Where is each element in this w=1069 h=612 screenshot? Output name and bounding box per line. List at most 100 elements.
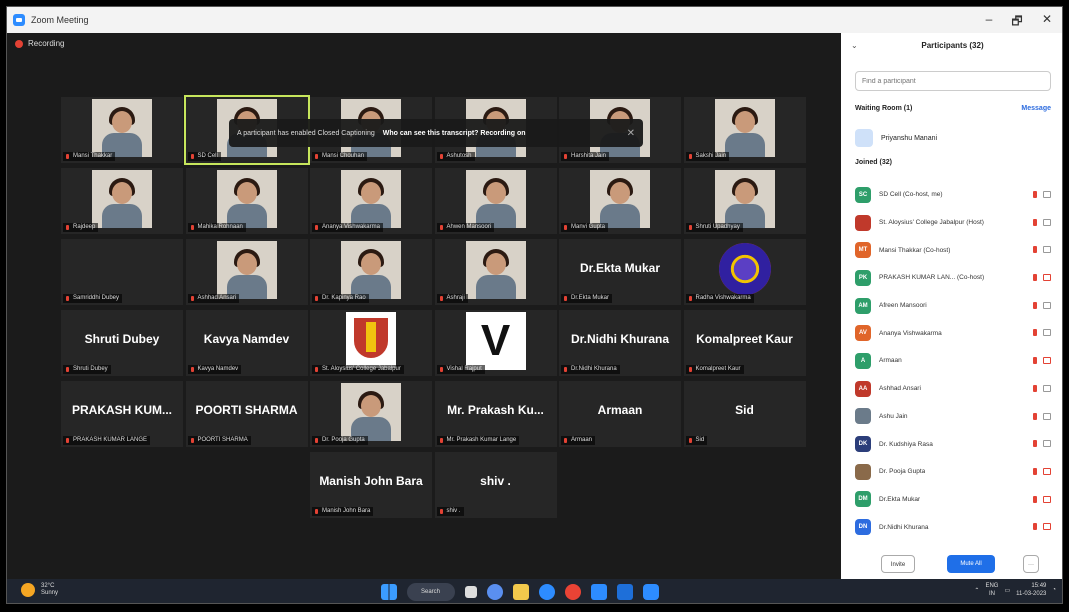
participant-name: St. Aloysius' College Jabalpur (Host): [879, 219, 984, 227]
file-explorer-icon[interactable]: [513, 584, 529, 600]
store-icon[interactable]: [591, 584, 607, 600]
participant-list-item[interactable]: MT Mansi Thakkar (Co-host): [855, 236, 1055, 264]
avatar: [855, 463, 871, 480]
participant-list-item[interactable]: Ashu Jain: [855, 403, 1055, 431]
waiting-room-label: Waiting Room (1): [855, 105, 913, 112]
participant-tile[interactable]: Komalpreet Kaur Komalpreet Kaur: [683, 310, 806, 376]
participant-tile[interactable]: Mr. Prakash Ku... Mr. Prakash Kumar Lange: [434, 381, 557, 447]
chat-icon[interactable]: [487, 584, 503, 600]
participant-search-input[interactable]: [855, 71, 1051, 91]
mail-icon[interactable]: [617, 584, 633, 600]
participant-list-item[interactable]: PK PRAKASH KUMAR LAN... (Co-host): [855, 264, 1055, 292]
participant-tile[interactable]: Shruti Dubey Shruti Dubey: [61, 310, 183, 376]
participant-tile[interactable]: Ashraji: [434, 239, 557, 305]
region: IN: [988, 591, 995, 597]
participant-list-item[interactable]: SC SD Cell (Co-host, me): [855, 181, 1055, 209]
close-button[interactable]: ✕: [1037, 12, 1057, 26]
participant-display-name: Mr. Prakash Ku...: [447, 403, 544, 417]
more-button[interactable]: ···: [1023, 555, 1039, 573]
participant-display-name: PRAKASH KUM...: [71, 403, 172, 417]
participant-video: [216, 241, 277, 299]
participant-list-item[interactable]: DK Dr. Kudshiya Rasa: [855, 430, 1055, 458]
participant-tile[interactable]: Mahika Rohnaan: [185, 168, 308, 234]
participant-name-label: Mansi Chouhan: [312, 152, 368, 161]
panel-footer: Invite Mute All ···: [841, 551, 1062, 579]
participant-tile[interactable]: Manvi Gupta: [559, 168, 681, 234]
participant-tile[interactable]: shiv . shiv .: [434, 452, 557, 518]
participant-tile[interactable]: Dr.Ekta Mukar Dr.Ekta Mukar: [559, 239, 681, 305]
edge-icon[interactable]: [539, 584, 555, 600]
mute-all-button[interactable]: Mute All: [947, 555, 995, 573]
participant-name: Dr. Pooja Gupta: [879, 468, 926, 476]
participant-display-name: Dr.Nidhi Khurana: [570, 332, 669, 346]
participant-name: Dr.Ekta Mukar: [879, 495, 921, 503]
joined-header[interactable]: Joined (32): [855, 159, 892, 166]
participant-name-label: Armaan: [561, 436, 596, 445]
participant-tile[interactable]: Samriddhi Dubey: [61, 239, 183, 305]
participant-tile[interactable]: Dr. Kapinya Rao: [310, 239, 432, 305]
recording-indicator[interactable]: Recording: [15, 39, 64, 48]
participant-list: SC SD Cell (Co-host, me) St. Aloysius' Col…: [855, 181, 1055, 541]
participant-tile[interactable]: Dr.Nidhi Khurana Dr.Nidhi Khurana: [559, 310, 681, 376]
participant-video: [465, 170, 526, 228]
participant-name-label: St. Aloysius' College Jabalpur: [312, 365, 404, 374]
taskbar-search[interactable]: Search: [407, 583, 455, 601]
start-icon[interactable]: [381, 584, 397, 600]
participant-display-name: Manish John Bara: [319, 474, 423, 488]
participant-tile[interactable]: V Vishal Rajput: [434, 310, 557, 376]
network-icon[interactable]: ▭: [1004, 587, 1010, 594]
clock[interactable]: 15:49 11-03-2023: [1016, 582, 1046, 598]
participant-tile[interactable]: PRAKASH KUM... PRAKASH KUMAR LANGE: [61, 381, 183, 447]
participant-tile[interactable]: Ananya Vishwakarma: [310, 168, 432, 234]
message-button[interactable]: Message: [1021, 105, 1051, 112]
invite-button[interactable]: Invite: [881, 555, 915, 573]
participant-name-label: shiv .: [436, 507, 464, 516]
notification-icon[interactable]: ◔: [1052, 587, 1056, 593]
participant-list-item[interactable]: AA Ashhad Ansari: [855, 375, 1055, 403]
chevron-up-icon[interactable]: ⌃: [974, 587, 979, 594]
restore-button[interactable]: 🗗: [1007, 12, 1027, 33]
camera-icon: [1043, 384, 1051, 392]
participant-tile[interactable]: Sid Sid: [683, 381, 806, 447]
weather-widget[interactable]: 32°C Sunny: [21, 583, 58, 597]
camera-icon: [1043, 246, 1051, 254]
avatar: [855, 214, 871, 231]
participant-tile[interactable]: POORTI SHARMA POORTI SHARMA: [185, 381, 308, 447]
participant-tile[interactable]: Armaan Armaan: [559, 381, 681, 447]
waiting-participant[interactable]: Priyanshu Manani: [855, 129, 937, 147]
participant-list-item[interactable]: St. Aloysius' College Jabalpur (Host): [855, 209, 1055, 237]
participant-list-item[interactable]: DM Dr.Ekta Mukar: [855, 486, 1055, 514]
participant-list-item[interactable]: AM Afreen Mansoori: [855, 292, 1055, 320]
participant-tile[interactable]: Radha Vishwakarma: [683, 239, 806, 305]
participant-tile[interactable]: Dr. Pooja Gupta: [310, 381, 432, 447]
participant-tile[interactable]: Rajdeep: [61, 168, 183, 234]
transcript-question-link[interactable]: Who can see this transcript? Recording o…: [383, 130, 526, 137]
chevron-down-icon[interactable]: ⌄: [851, 33, 858, 59]
language[interactable]: ENG: [985, 582, 998, 590]
minimize-button[interactable]: –: [979, 12, 999, 26]
participant-video: [92, 99, 152, 157]
participant-list-item[interactable]: Dr. Pooja Gupta: [855, 458, 1055, 486]
waiting-room-header[interactable]: Waiting Room (1) Message: [855, 105, 1051, 112]
participant-tile[interactable]: Manish John Bara Manish John Bara: [310, 452, 432, 518]
participant-tile[interactable]: Shruti Upadhyay: [683, 168, 806, 234]
banner-close-icon[interactable]: ✕: [627, 128, 635, 139]
participant-list-item[interactable]: A Armaan: [855, 347, 1055, 375]
participant-tile[interactable]: St. Aloysius' College Jabalpur: [310, 310, 432, 376]
participant-tile[interactable]: Sakshi Jain: [683, 97, 806, 163]
mic-muted-icon: [1033, 523, 1037, 531]
participant-tile[interactable]: Kavya Namdev Kavya Namdev: [185, 310, 308, 376]
participant-display-name: Shruti Dubey: [84, 332, 160, 346]
chrome-icon[interactable]: [565, 584, 581, 600]
participant-tile[interactable]: Mansi Thakkar: [61, 97, 183, 163]
participant-video: [341, 383, 401, 441]
participant-name-label: Rajdeep: [63, 223, 99, 232]
participant-tile[interactable]: Ahwen Mansoori: [434, 168, 557, 234]
task-view-icon[interactable]: [465, 586, 477, 598]
college-crest-icon: [346, 312, 396, 368]
participant-list-item[interactable]: AV Ananya Vishwakarma: [855, 319, 1055, 347]
zoom-taskbar-icon[interactable]: [643, 584, 659, 600]
participant-name: Armaan: [879, 357, 902, 365]
participant-tile[interactable]: Ashhad Ansari: [185, 239, 308, 305]
participant-list-item[interactable]: DN Dr.Nidhi Khurana: [855, 513, 1055, 541]
